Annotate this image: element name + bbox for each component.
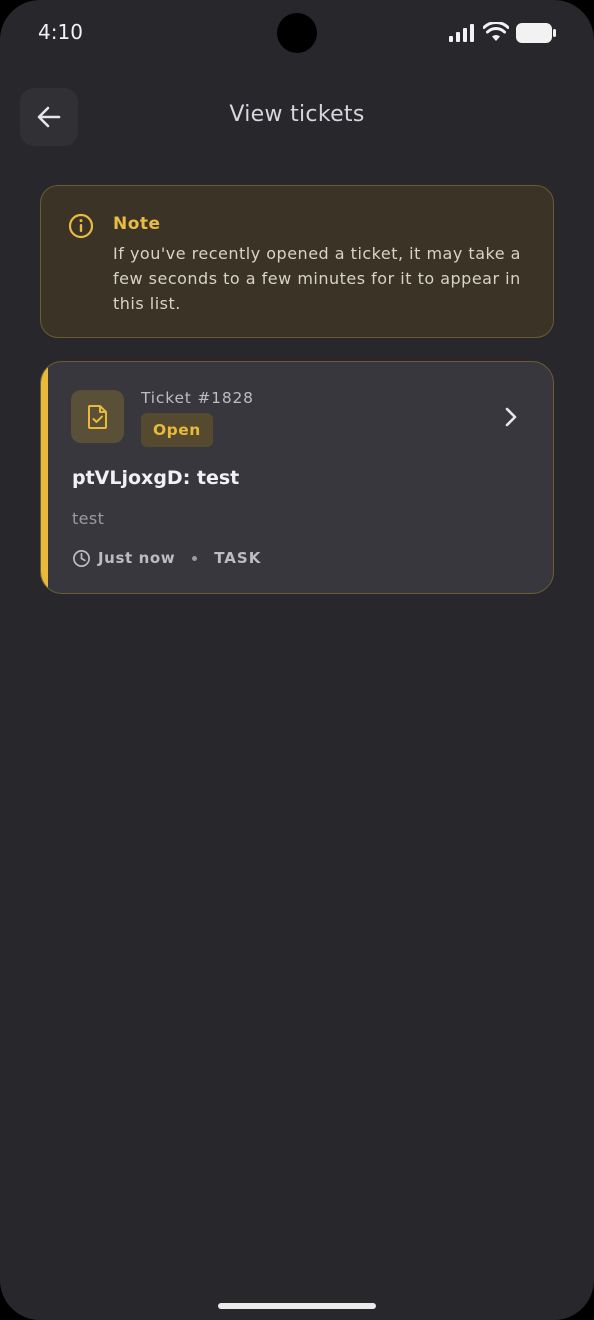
- status-time: 4:10: [38, 20, 83, 44]
- status-badge: Open: [141, 413, 213, 447]
- ticket-type: TASK: [214, 549, 262, 567]
- meta-separator-dot: [192, 555, 198, 561]
- note-card: Note If you've recently opened a ticket,…: [40, 185, 554, 338]
- wifi-icon: [483, 22, 509, 41]
- note-text: If you've recently opened a ticket, it m…: [113, 244, 521, 313]
- status-bar: 4:10: [0, 0, 594, 66]
- ticket-card[interactable]: Ticket #1828 Open ptVLjoxgD: test test J…: [40, 361, 554, 594]
- clock-icon: [73, 549, 90, 567]
- ticket-icon-box: [71, 390, 124, 443]
- ticket-description: test: [72, 509, 105, 528]
- document-check-icon: [87, 404, 107, 429]
- camera-cutout: [277, 13, 317, 53]
- page-title: View tickets: [229, 102, 365, 127]
- battery-icon: [516, 23, 556, 43]
- phone-screen: 4:10 View tickets Note If you've recentl…: [0, 0, 594, 1320]
- ticket-time: Just now: [98, 549, 176, 567]
- ticket-title: ptVLjoxgD: test: [72, 467, 240, 489]
- info-icon: [68, 213, 94, 239]
- ticket-accent-bar: [41, 362, 48, 593]
- signal-icon: [449, 24, 474, 42]
- home-indicator[interactable]: [218, 1303, 376, 1309]
- ticket-number: Ticket #1828: [141, 389, 254, 407]
- chevron-right-icon: [505, 407, 517, 427]
- note-title: Note: [113, 214, 161, 234]
- ticket-meta: Just now TASK: [72, 548, 261, 568]
